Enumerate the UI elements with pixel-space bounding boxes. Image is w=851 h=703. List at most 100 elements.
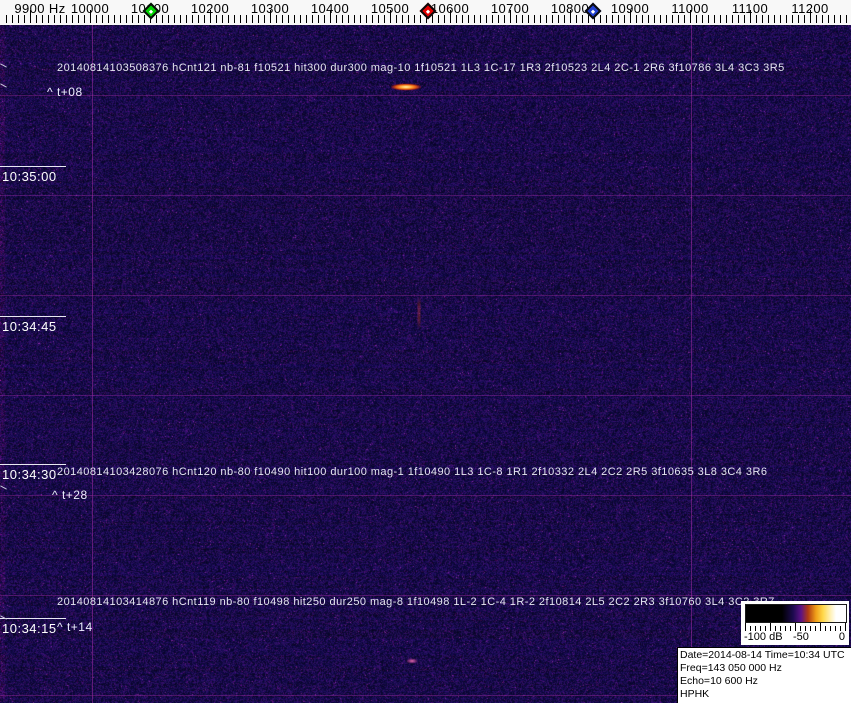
freq-minor-tick bbox=[372, 15, 373, 23]
freq-minor-tick bbox=[264, 15, 265, 23]
freq-minor-tick bbox=[216, 15, 217, 23]
freq-minor-tick bbox=[180, 15, 181, 23]
freq-label: 10400 bbox=[310, 1, 350, 16]
time-underline bbox=[0, 316, 66, 317]
freq-minor-tick bbox=[420, 15, 421, 23]
freq-minor-tick bbox=[108, 15, 109, 23]
freq-minor-tick bbox=[240, 15, 241, 23]
freq-minor-tick bbox=[132, 15, 133, 23]
freq-minor-tick bbox=[282, 15, 283, 23]
time-underline bbox=[0, 166, 66, 167]
info-frequency: Freq=143 050 000 Hz bbox=[680, 662, 782, 674]
freq-minor-tick bbox=[246, 15, 247, 23]
freq-minor-tick bbox=[168, 15, 169, 23]
freq-minor-tick bbox=[528, 15, 529, 23]
freq-minor-tick bbox=[162, 15, 163, 23]
freq-minor-tick bbox=[324, 15, 325, 23]
colorbar-gradient bbox=[745, 604, 847, 623]
time-offset-marker: ^ t+28 bbox=[52, 488, 88, 502]
freq-minor-tick bbox=[18, 15, 19, 23]
freq-minor-tick bbox=[360, 15, 361, 23]
freq-minor-tick bbox=[378, 15, 379, 23]
info-station: HPHK bbox=[680, 688, 710, 700]
freq-minor-tick bbox=[444, 15, 445, 23]
freq-minor-tick bbox=[456, 15, 457, 23]
freq-minor-tick bbox=[354, 15, 355, 23]
freq-minor-tick bbox=[96, 15, 97, 23]
freq-minor-tick bbox=[846, 15, 847, 23]
freq-minor-tick bbox=[606, 15, 607, 23]
freq-minor-tick bbox=[702, 15, 703, 23]
freq-minor-tick bbox=[738, 15, 739, 23]
meteor-echo-faint bbox=[406, 658, 418, 664]
freq-minor-tick bbox=[828, 15, 829, 23]
freq-minor-tick bbox=[486, 15, 487, 23]
time-gridline bbox=[0, 195, 851, 196]
freq-minor-tick bbox=[768, 15, 769, 23]
freq-minor-tick bbox=[696, 15, 697, 23]
time-label: 10:34:15 bbox=[2, 621, 57, 636]
freq-minor-tick bbox=[756, 15, 757, 23]
time-label: 10:34:45 bbox=[2, 319, 57, 334]
freq-label: 10900 bbox=[610, 1, 650, 16]
freq-minor-tick bbox=[840, 15, 841, 23]
info-date-time: Date=2014-08-14 Time=10:34 UTC bbox=[680, 649, 845, 661]
freq-minor-tick bbox=[60, 15, 61, 23]
freq-minor-tick bbox=[516, 15, 517, 23]
detection-annotation: 20140814103428076 hCnt120 nb-80 f10490 h… bbox=[57, 466, 768, 478]
freq-minor-tick bbox=[642, 15, 643, 23]
freq-minor-tick bbox=[54, 15, 55, 23]
freq-minor-tick bbox=[84, 15, 85, 23]
freq-minor-tick bbox=[546, 15, 547, 23]
colorbar-label-max: 0 bbox=[838, 631, 845, 643]
freq-label: 10800 bbox=[550, 1, 590, 16]
freq-minor-tick bbox=[432, 15, 433, 23]
time-label: 10:34:30 bbox=[2, 467, 57, 482]
freq-minor-tick bbox=[534, 15, 535, 23]
time-underline bbox=[0, 464, 66, 465]
detection-annotation: 20140814103414876 hCnt119 nb-80 f10498 h… bbox=[57, 596, 775, 608]
time-label: 10:35:00 bbox=[2, 169, 57, 184]
freq-minor-tick bbox=[672, 15, 673, 23]
freq-minor-tick bbox=[774, 15, 775, 23]
time-gridline bbox=[0, 495, 851, 496]
freq-minor-tick bbox=[504, 15, 505, 23]
freq-minor-tick bbox=[198, 15, 199, 23]
freq-minor-tick bbox=[636, 15, 637, 23]
freq-minor-tick bbox=[6, 15, 7, 23]
freq-minor-tick bbox=[654, 15, 655, 23]
time-gridline bbox=[0, 95, 851, 96]
freq-minor-tick bbox=[792, 15, 793, 23]
freq-minor-tick bbox=[396, 15, 397, 23]
freq-minor-tick bbox=[618, 15, 619, 23]
freq-minor-tick bbox=[798, 15, 799, 23]
freq-minor-tick bbox=[522, 15, 523, 23]
freq-minor-tick bbox=[186, 15, 187, 23]
colorbar-ticks bbox=[745, 623, 847, 631]
freq-minor-tick bbox=[720, 15, 721, 23]
freq-minor-tick bbox=[36, 15, 37, 23]
freq-minor-tick bbox=[660, 15, 661, 23]
freq-minor-tick bbox=[414, 15, 415, 23]
meteor-echo-streak bbox=[417, 296, 421, 330]
freq-minor-tick bbox=[480, 15, 481, 23]
freq-minor-tick bbox=[294, 15, 295, 23]
freq-minor-tick bbox=[786, 15, 787, 23]
freq-minor-tick bbox=[48, 15, 49, 23]
spectrogram-app: 9900 Hz100001010010200103001040010500106… bbox=[0, 0, 851, 703]
frequency-ruler[interactable]: 9900 Hz100001010010200103001040010500106… bbox=[0, 0, 851, 25]
freq-label: 10300 bbox=[250, 1, 290, 16]
freq-minor-tick bbox=[624, 15, 625, 23]
freq-minor-tick bbox=[552, 15, 553, 23]
freq-minor-tick bbox=[252, 15, 253, 23]
meteor-echo-bright bbox=[391, 83, 421, 91]
info-box: Date=2014-08-14 Time=10:34 UTC Freq=143 … bbox=[677, 647, 851, 703]
freq-label: 9900 Hz bbox=[14, 1, 66, 16]
freq-label: 11000 bbox=[671, 1, 709, 16]
freq-label: 11200 bbox=[791, 1, 829, 16]
freq-minor-tick bbox=[126, 15, 127, 23]
freq-minor-tick bbox=[612, 15, 613, 23]
freq-minor-tick bbox=[174, 15, 175, 23]
freq-label: 10600 bbox=[430, 1, 470, 16]
freq-minor-tick bbox=[708, 15, 709, 23]
